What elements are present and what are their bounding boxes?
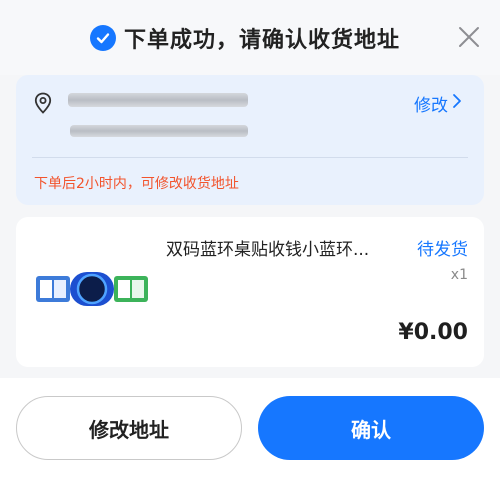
blurred-address-detail bbox=[70, 125, 248, 137]
page-title: 下单成功，请确认收货地址 bbox=[124, 28, 401, 53]
goods-card[interactable]: 双码蓝环桌贴收钱小蓝环... 待发货 x1 ¥0.00 bbox=[16, 217, 484, 367]
sheet-header: 下单成功，请确认收货地址 bbox=[0, 0, 500, 75]
product-price: ¥0.00 bbox=[398, 320, 468, 345]
title-row: 下单成功，请确认收货地址 bbox=[90, 22, 400, 54]
address-divider bbox=[32, 157, 468, 158]
location-pin-icon bbox=[34, 92, 52, 114]
success-check-icon bbox=[90, 25, 116, 51]
edit-time-hint: 下单后2小时内，可修改收货地址 bbox=[34, 176, 239, 192]
footer-actions: 修改地址 确认 bbox=[0, 378, 500, 477]
edit-address-link[interactable]: 修改 bbox=[414, 91, 462, 116]
order-status: 待发货 bbox=[417, 240, 468, 260]
order-success-sheet: 下单成功，请确认收货地址 修改 下单后2小时内，可修改收货地址 双码蓝环桌贴收钱… bbox=[0, 0, 500, 477]
blurred-recipient-info bbox=[68, 93, 248, 107]
chevron-right-icon bbox=[452, 93, 462, 114]
product-image bbox=[36, 270, 148, 310]
product-quantity: x1 bbox=[450, 267, 468, 283]
edit-link-label: 修改 bbox=[414, 96, 448, 116]
edit-address-button[interactable]: 修改地址 bbox=[16, 396, 242, 460]
confirm-button[interactable]: 确认 bbox=[258, 396, 484, 460]
address-card: 修改 下单后2小时内，可修改收货地址 bbox=[16, 75, 484, 205]
product-name: 双码蓝环桌贴收钱小蓝环... bbox=[166, 240, 370, 260]
close-icon[interactable] bbox=[456, 24, 482, 50]
